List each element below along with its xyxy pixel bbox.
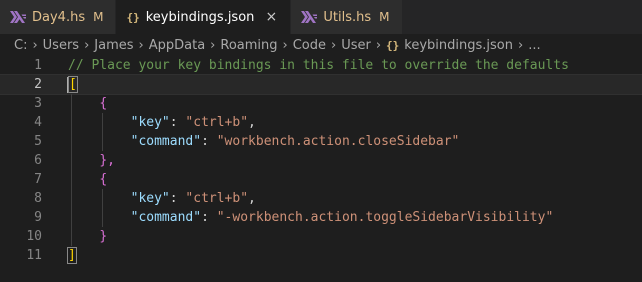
- indent-guide: [102, 208, 103, 227]
- string-value: "ctrl+b": [185, 115, 249, 130]
- tab-label: Utils.hs: [323, 9, 372, 25]
- close-brace: },: [99, 153, 115, 168]
- breadcrumb-item-drive[interactable]: C:: [14, 38, 27, 53]
- string-value: "ctrl+b": [185, 191, 249, 206]
- property-command: "command": [130, 210, 202, 225]
- line-number: 4: [34, 115, 42, 130]
- breadcrumb-separator-icon: ›: [331, 37, 337, 53]
- string-value: "workbench.action.closeSidebar": [216, 134, 460, 149]
- line-number: 2: [34, 77, 42, 92]
- line-number: 11: [26, 248, 42, 263]
- indent-guide: [71, 208, 72, 227]
- code-line: 4 "key": "ctrl+b",: [0, 113, 642, 132]
- indent-guide: [71, 151, 72, 170]
- breadcrumb-separator-icon: ›: [375, 37, 382, 53]
- code-line: 10 }: [0, 227, 642, 246]
- indent-guide: [71, 189, 72, 208]
- line-number: 10: [26, 229, 42, 244]
- haskell-icon: [301, 11, 318, 23]
- line-number: 3: [34, 96, 42, 111]
- json-braces-icon: {}: [126, 10, 140, 24]
- tab-keybindings-json[interactable]: {} keybindings.json ×: [116, 0, 292, 34]
- code-line: 7 {: [0, 170, 642, 189]
- comment-text: // Place your key bindings in this file …: [68, 58, 569, 73]
- code-line: 11 ]: [0, 246, 642, 265]
- breadcrumb-item-users[interactable]: Users: [43, 38, 79, 53]
- breadcrumb-item-symbols[interactable]: ...: [528, 38, 540, 53]
- modified-badge: M: [93, 10, 104, 24]
- line-number: 1: [34, 58, 42, 73]
- breadcrumb-item-appdata[interactable]: AppData: [149, 38, 205, 53]
- code-line: 9 "command": "-workbench.action.toggleSi…: [0, 208, 642, 227]
- code-line: 1 // Place your key bindings in this fil…: [0, 56, 642, 75]
- breadcrumb-separator-icon: ›: [518, 37, 524, 53]
- breadcrumb: C: › Users › James › AppData › Roaming ›…: [0, 34, 642, 56]
- indent-guide: [71, 94, 72, 113]
- property-key: "key": [130, 191, 170, 206]
- close-icon[interactable]: ×: [264, 9, 278, 25]
- string-value: "-workbench.action.toggleSidebarVisibili…: [216, 210, 554, 225]
- breadcrumb-separator-icon: ›: [32, 37, 38, 53]
- tab-day4-hs[interactable]: Day4.hs M: [0, 0, 117, 34]
- line-number: 5: [34, 134, 42, 149]
- property-key: "key": [130, 115, 170, 130]
- breadcrumb-item-code[interactable]: Code: [293, 38, 326, 53]
- indent-guide: [71, 113, 72, 132]
- indent-guide: [102, 189, 103, 208]
- code-line-current: 2 [: [0, 74, 642, 95]
- line-number: 9: [34, 210, 42, 225]
- breadcrumb-item-roaming[interactable]: Roaming: [220, 38, 277, 53]
- json-braces-icon: {}: [386, 38, 400, 52]
- breadcrumb-separator-icon: ›: [282, 37, 288, 53]
- indent-guide: [102, 132, 103, 151]
- breadcrumb-item-user[interactable]: User: [341, 38, 371, 53]
- indent-guide: [71, 132, 72, 151]
- line-number: 6: [34, 153, 42, 168]
- tab-bar: Day4.hs M {} keybindings.json × Utils.hs…: [0, 0, 642, 34]
- close-bracket: ]: [67, 247, 77, 264]
- code-line: 8 "key": "ctrl+b",: [0, 189, 642, 208]
- modified-badge: M: [379, 10, 390, 24]
- open-brace: {: [99, 96, 108, 111]
- code-line: 3 {: [0, 94, 642, 113]
- tab-label: Day4.hs: [32, 9, 86, 25]
- indent-guide: [102, 113, 103, 132]
- haskell-icon: [10, 11, 26, 23]
- breadcrumb-item-james[interactable]: James: [94, 38, 133, 53]
- breadcrumb-separator-icon: ›: [210, 37, 216, 53]
- tab-utils-hs[interactable]: Utils.hs M: [291, 0, 403, 34]
- code-line: 5 "command": "workbench.action.closeSide…: [0, 132, 642, 151]
- close-brace: }: [99, 229, 108, 244]
- indent-guide: [71, 227, 72, 246]
- tab-bar-empty-space[interactable]: [402, 0, 642, 34]
- open-bracket: [: [68, 76, 78, 93]
- open-brace: {: [99, 172, 108, 187]
- indent-guide: [71, 170, 72, 189]
- code-editor[interactable]: 1 // Place your key bindings in this fil…: [0, 56, 642, 265]
- breadcrumb-separator-icon: ›: [138, 37, 144, 53]
- breadcrumb-item-file[interactable]: keybindings.json: [404, 38, 513, 53]
- code-line: 6 },: [0, 151, 642, 170]
- tab-label: keybindings.json: [145, 9, 255, 25]
- line-number: 8: [34, 191, 42, 206]
- breadcrumb-separator-icon: ›: [84, 37, 90, 53]
- property-command: "command": [130, 134, 202, 149]
- line-number: 7: [34, 172, 42, 187]
